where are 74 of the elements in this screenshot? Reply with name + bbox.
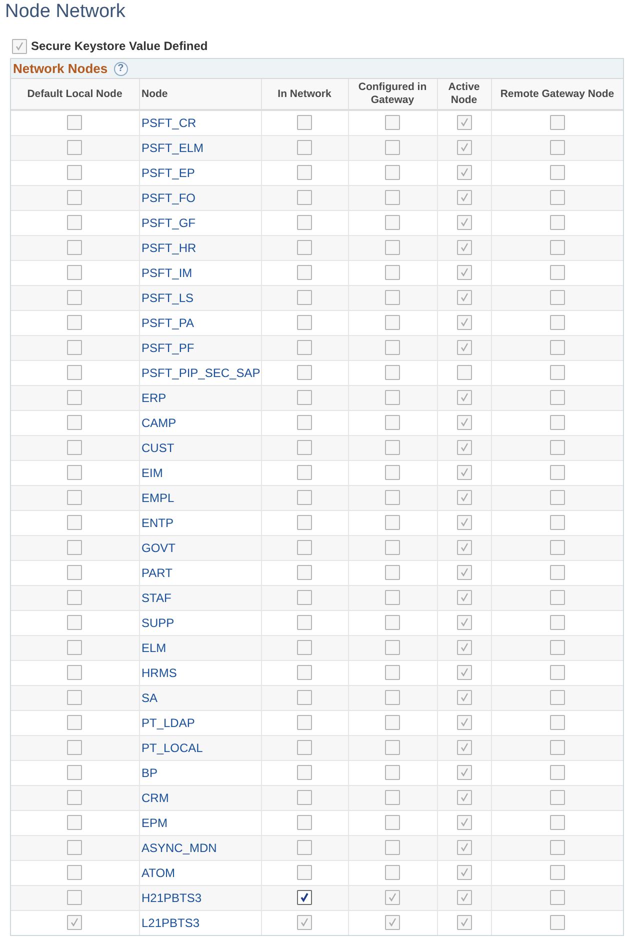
- check-icon: [458, 817, 470, 828]
- check-icon: [14, 40, 25, 52]
- check-icon: [458, 292, 470, 304]
- node-link[interactable]: EIM: [142, 466, 163, 480]
- node-link[interactable]: HRMS: [142, 666, 177, 680]
- node-link[interactable]: EPM: [142, 816, 168, 830]
- node-link[interactable]: PSFT_CR: [142, 116, 196, 130]
- node-link[interactable]: ATOM: [142, 866, 176, 880]
- check-icon: [458, 867, 470, 878]
- node-link[interactable]: PSFT_EP: [142, 166, 195, 180]
- check-icon: [458, 567, 470, 578]
- check-icon: [458, 167, 470, 178]
- column-header: Active Node: [448, 81, 480, 106]
- node-link[interactable]: ERP: [142, 391, 166, 405]
- node-link[interactable]: PT_LDAP: [142, 716, 195, 730]
- node-link[interactable]: STAF: [142, 591, 172, 605]
- check-icon: [458, 517, 470, 528]
- column-header: Configured in Gateway: [358, 81, 427, 106]
- check-icon: [458, 592, 470, 604]
- node-link[interactable]: L21PBTS3: [142, 916, 200, 930]
- node-link[interactable]: PSFT_PIP_SEC_SAP: [142, 366, 260, 380]
- node-link[interactable]: PSFT_GF: [142, 216, 196, 230]
- check-icon: [458, 467, 470, 478]
- check-icon: [69, 917, 80, 928]
- column-header: In Network: [278, 88, 332, 100]
- column-header: Node: [142, 88, 168, 100]
- check-icon: [458, 392, 470, 404]
- check-icon: [458, 742, 470, 754]
- check-icon: [458, 242, 470, 254]
- checkbox-label: Secure Keystore Value Defined: [31, 39, 208, 53]
- check-icon: [458, 717, 470, 728]
- node-link[interactable]: ELM: [142, 641, 166, 655]
- node-link[interactable]: PSFT_IM: [142, 266, 192, 280]
- check-icon: [458, 267, 470, 278]
- check-icon: [458, 342, 470, 354]
- check-icon: [458, 792, 470, 804]
- check-icon: [458, 492, 470, 504]
- check-icon: [458, 142, 470, 154]
- check-icon: [458, 917, 470, 928]
- check-icon: [458, 892, 470, 904]
- check-icon: [458, 842, 470, 854]
- node-link[interactable]: PART: [142, 566, 172, 580]
- check-icon: [458, 417, 470, 428]
- check-icon: [387, 892, 398, 904]
- checkbox[interactable]: [297, 890, 312, 906]
- column-header: Default Local Node: [27, 88, 122, 100]
- check-icon: [387, 917, 398, 928]
- node-link[interactable]: CUST: [142, 441, 174, 455]
- node-link[interactable]: PSFT_PA: [142, 316, 194, 330]
- check-icon: [458, 317, 470, 328]
- grid-title: Network Nodes: [13, 61, 108, 76]
- check-icon: [458, 667, 470, 678]
- check-icon: [458, 217, 470, 228]
- column-header: Remote Gateway Node: [500, 88, 614, 100]
- check-icon: [458, 442, 470, 454]
- check-icon: [458, 117, 470, 128]
- node-link[interactable]: CAMP: [142, 416, 176, 430]
- node-link[interactable]: CRM: [142, 791, 169, 805]
- node-link[interactable]: EMPL: [142, 491, 174, 505]
- node-link[interactable]: BP: [142, 766, 158, 780]
- node-link[interactable]: ENTP: [142, 516, 174, 530]
- page-title: Node Network: [4, 0, 126, 24]
- check-icon: [458, 767, 470, 778]
- help-icon[interactable]: ?: [114, 62, 128, 76]
- check-icon: [299, 892, 310, 904]
- check-icon: [458, 192, 470, 204]
- check-icon: [458, 542, 470, 554]
- check-icon: [299, 917, 310, 928]
- node-link[interactable]: SUPP: [142, 616, 174, 630]
- node-link[interactable]: SA: [142, 691, 158, 705]
- check-icon: [458, 642, 470, 654]
- check-icon: [458, 692, 470, 704]
- check-icon: [458, 617, 470, 628]
- node-link[interactable]: GOVT: [142, 541, 176, 555]
